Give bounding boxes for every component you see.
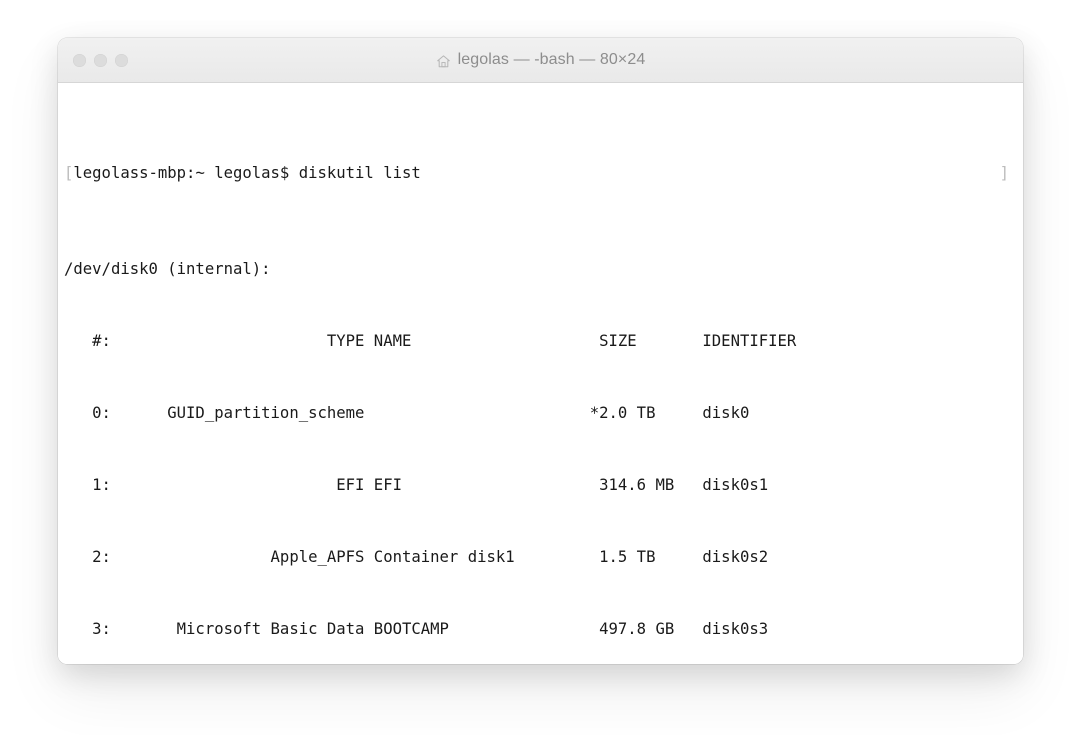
window-titlebar[interactable]: legolas — -bash — 80×24 <box>58 38 1023 83</box>
home-icon <box>436 54 451 69</box>
window-title-group: legolas — -bash — 80×24 <box>58 38 1023 82</box>
close-button[interactable] <box>73 54 86 67</box>
prompt-open-bracket: [ <box>64 164 73 182</box>
terminal-line-command: [legolass-mbp:~ legolas$ diskutil list] <box>64 161 1023 185</box>
terminal-line-disk0-part2: 2: Apple_APFS Container disk1 1.5 TB dis… <box>64 545 1023 569</box>
terminal-line-disk0-part3: 3: Microsoft Basic Data BOOTCAMP 497.8 G… <box>64 617 1023 641</box>
terminal-content-area[interactable]: [legolass-mbp:~ legolas$ diskutil list] … <box>58 83 1023 664</box>
terminal-line-disk0-header: /dev/disk0 (internal): <box>64 257 1023 281</box>
minimize-button[interactable] <box>94 54 107 67</box>
terminal-window[interactable]: legolas — -bash — 80×24 [legolass-mbp:~ … <box>58 38 1023 664</box>
window-controls <box>73 38 128 82</box>
terminal-output: [legolass-mbp:~ legolas$ diskutil list] … <box>64 89 1023 664</box>
terminal-line-disk0-part0: 0: GUID_partition_scheme *2.0 TB disk0 <box>64 401 1023 425</box>
zoom-button[interactable] <box>115 54 128 67</box>
terminal-line-disk0-columns: #: TYPE NAME SIZE IDENTIFIER <box>64 329 1023 353</box>
command-line-text: legolass-mbp:~ legolas$ diskutil list <box>73 164 420 182</box>
terminal-line-disk0-part1: 1: EFI EFI 314.6 MB disk0s1 <box>64 473 1023 497</box>
terminal-scrollbar[interactable] <box>1012 83 1023 664</box>
window-title: legolas — -bash — 80×24 <box>458 51 646 69</box>
screen: legolas — -bash — 80×24 [legolass-mbp:~ … <box>0 0 1080 735</box>
